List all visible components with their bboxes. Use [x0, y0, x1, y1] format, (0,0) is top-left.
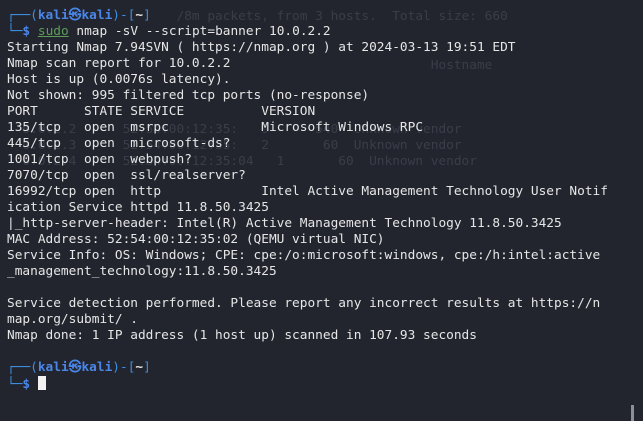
output-line: 16992/tcp open http Intel Active Managem… — [7, 184, 608, 199]
prompt-end: ] — [143, 8, 151, 23]
prompt-cwd: ~ — [135, 8, 144, 23]
prompt-dollar: $ — [22, 24, 31, 39]
terminal-output[interactable]: ┌──(kali㉿kali)-[~] └─$ sudo nmap -sV --s… — [7, 8, 637, 392]
prompt-host: kali — [81, 360, 113, 375]
command-text: nmap -sV --script=banner 10.0.2.2 — [68, 24, 331, 39]
output-line: Service detection performed. Please repo… — [7, 296, 601, 311]
prompt-mid: )-[ — [112, 360, 136, 375]
output-line: Nmap scan report for 10.0.2.2 — [7, 56, 231, 71]
command-line-2[interactable]: └─$ — [7, 376, 637, 392]
output-line: Host is up (0.0076s latency). — [7, 72, 231, 87]
output-line: 7070/tcp open ssl/realserver? — [7, 168, 246, 183]
output-line: ication Service httpd 11.8.50.3425 — [7, 200, 269, 215]
command-sudo: sudo — [37, 24, 69, 39]
output-line: 135/tcp open msrpc Microsoft Windows RPC — [7, 120, 424, 135]
output-line: 1001/tcp open webpush? — [7, 152, 192, 167]
prompt-mid: )-[ — [112, 8, 136, 23]
kali-skull-icon: ㉿ — [68, 360, 82, 375]
prompt-cwd: ~ — [135, 360, 144, 375]
command-line-1: └─$ sudo nmap -sV --script=banner 10.0.2… — [7, 24, 637, 40]
prompt-end: ] — [143, 360, 151, 375]
output-line: MAC Address: 52:54:00:12:35:02 (QEMU vir… — [7, 232, 385, 247]
output-line: 445/tcp open microsoft-ds? — [7, 136, 231, 151]
prompt-corner: ┌──( — [7, 8, 38, 23]
prompt-dollar: $ — [22, 377, 31, 392]
output-line: Not shown: 995 filtered tcp ports (no-re… — [7, 88, 370, 103]
kali-skull-icon: ㉿ — [68, 8, 82, 23]
output-line: |_http-server-header: Intel(R) Active Ma… — [7, 216, 562, 231]
output-line: Service Info: OS: Windows; CPE: cpe:/o:m… — [7, 248, 601, 263]
prompt-user: kali — [37, 8, 69, 23]
output-line: Starting Nmap 7.94SVN ( https://nmap.org… — [7, 40, 516, 55]
scrollbar-thumb[interactable] — [631, 405, 634, 421]
prompt-corner-2: └─ — [7, 24, 23, 39]
prompt-line-2: ┌──(kali㉿kali)-[~] — [7, 360, 637, 376]
prompt-corner-2: └─ — [7, 377, 23, 392]
output-line: map.org/submit/ . — [7, 312, 138, 327]
prompt-user: kali — [37, 360, 69, 375]
output-line: Nmap done: 1 IP address (1 host up) scan… — [7, 328, 477, 343]
prompt-host: kali — [81, 8, 113, 23]
prompt-line-1: ┌──(kali㉿kali)-[~] — [7, 8, 637, 24]
prompt-corner: ┌──( — [7, 360, 38, 375]
output-line: PORT STATE SERVICE VERSION — [7, 104, 316, 119]
output-line: _management_technology:11.8.50.3425 — [7, 264, 277, 279]
text-cursor — [37, 376, 46, 390]
